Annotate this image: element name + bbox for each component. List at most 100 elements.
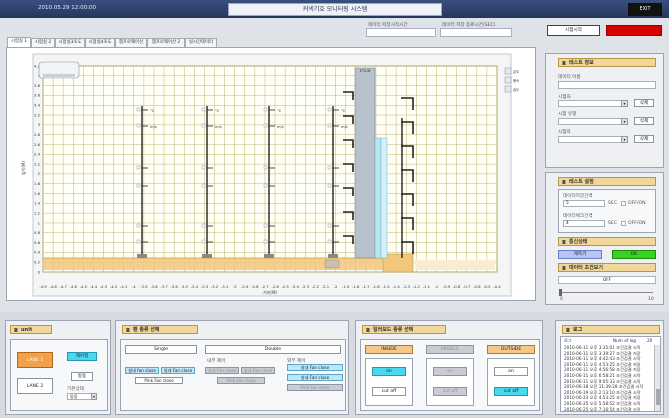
left-fan-close-2[interactable]: 실내 Fan close [161,367,195,374]
data-view-slider-track[interactable] [561,292,653,293]
check-interval-input[interactable]: 4 [563,220,605,227]
sensor-value-box [263,183,268,188]
x-tick-label: -3.8 [150,284,158,289]
sensor-value-box [136,239,141,244]
legend-checkbox [504,85,512,93]
x-tick-label: -2.2 [312,284,320,289]
middle-on-button[interactable]: on [433,367,467,376]
mid-fan-close-1[interactable]: 실내 Fan close [205,367,239,374]
legend-checkbox [504,67,512,75]
x-tick-label: -1.4 [392,284,400,289]
outside-cutoff-button[interactable]: cut off [494,387,528,396]
test-type-delete-button[interactable]: 삭제 [634,117,654,125]
stop-test-button[interactable] [606,25,662,36]
right-fan-close-1[interactable]: 실내 Fan close [287,364,343,371]
inside-head[interactable]: INSIDE [365,345,413,354]
x-tick-label: -3.5 [181,284,189,289]
x-tick-label: -2.5 [281,284,289,289]
sensor-pole-base [328,254,338,258]
save-interval-checkbox[interactable] [621,201,626,206]
tab-room-2[interactable]: 시험실 2 [31,38,55,47]
double-mode-button[interactable]: Double [205,345,341,354]
x-tick-label: -4.7 [59,284,67,289]
log-scrollbar[interactable] [654,345,660,411]
x-tick-label: -0.7 [463,284,471,289]
x-tick-label: -2.3 [302,284,310,289]
x-tick-label: -3.7 [160,284,168,289]
chevron-down-icon[interactable]: ▾ [91,393,97,400]
fan-select-title: 팬 종류 선택 [122,325,198,334]
x-tick-label: -1.7 [362,284,370,289]
data-save-start-field[interactable] [366,28,436,37]
start-test-button[interactable]: 시험시작 [547,25,600,36]
equipment-base [382,253,414,273]
y-tick-label: 2.8 [34,132,41,137]
test-room-select[interactable] [558,136,628,143]
unit-options-group: LANE 1 LANE 2 제어정 동동 기본상태 동동 ▾ [10,339,108,411]
x-tick-label: -3.1 [221,284,229,289]
data-save-end-field[interactable] [440,28,512,37]
inside-cutoff-button[interactable]: cut off [372,387,406,396]
inside-group: on cut off [365,358,413,406]
instrument-button[interactable]: 계측기 [558,250,602,259]
chevron-down-icon[interactable]: ▾ [621,118,628,125]
sync-button[interactable]: 동동 [71,372,93,381]
data-name-input[interactable] [558,81,656,89]
tab-champ-2[interactable]: 챔프로웨어산 2 [147,38,185,47]
tab-room-1[interactable]: 시험실 1 [7,37,31,47]
left-pink-fan-close[interactable]: Pink Fan close [135,377,183,384]
tester-delete-button[interactable]: 삭제 [634,99,654,107]
x-tick-label: -3.4 [191,284,199,289]
sensor-unit-temp: °C [277,109,282,113]
test-room-delete-button[interactable]: 삭제 [634,135,654,143]
save-interval-label: 데이터저장간격 [563,194,593,199]
test-type-select[interactable] [558,118,628,125]
x-tick-label: -4.4 [90,284,98,289]
right-fan-close-2[interactable]: 실내 Fan close [287,374,343,381]
control-button[interactable]: 제어정 [67,352,97,361]
tester-select[interactable] [558,100,628,107]
single-mode-button[interactable]: Single [125,345,197,354]
x-tick-label: -2.4 [292,284,300,289]
save-interval-input[interactable]: 5 [563,200,605,207]
lane-2-button[interactable]: LANE 2 [17,378,53,394]
log-list-box[interactable]: 로그 Num of log 20 2010-06-11 오후 3:35:01 조… [560,336,661,412]
check-interval-option: OFF/ON [628,221,646,226]
chevron-down-icon[interactable]: ▾ [621,100,628,107]
x-tick-label: -3 [233,284,237,289]
sensor-unit-wind: m/s [150,125,157,129]
middle-head[interactable]: MIDDLE [426,345,474,354]
sensor-value-box [327,183,332,188]
exit-button[interactable]: EXIT [628,3,662,16]
plot-frame [42,65,498,273]
x-tick-label: -1.3 [402,284,410,289]
monitoring-chart: -4.9 -4.8 -4.7 -4.6 -4.5 -4.4 -4.3 -4.2 -4.1 -4 -3… [20,53,519,297]
log-entry: 2010-06-18 오전 11:39:28 조건검결 시작 [564,384,644,390]
tab-champ-1[interactable]: 챔프로웨어산 [115,38,147,47]
mid-fan-close-2[interactable]: 실내 Fan close [241,367,275,374]
tab-room-4[interactable]: 시험실4조도 [85,38,115,47]
tab-realtime[interactable]: 실시간데이터 [185,38,217,47]
log-entry: 2010-06-11 오후 6:58:21 조건검결 시작 [564,372,641,378]
y-axis-label: 높이(M) [20,161,26,175]
y-tick-label: 1.8 [34,181,41,186]
x-tick-label: -2.9 [241,284,249,289]
right-pink-fan-close[interactable]: Pink Fan close [287,384,343,391]
middle-cutoff-button[interactable]: cut off [433,387,467,396]
left-fan-close-1[interactable]: 실내 fan close [125,367,159,374]
check-interval-checkbox[interactable] [621,221,626,226]
inside-on-button[interactable]: on [372,367,406,376]
right-floor [415,260,495,270]
title-bar: 2010.05.29 12:00:00 커넥기호 모니터링 시스템 EXIT [0,0,669,18]
log-scrollbar-thumb[interactable] [656,389,660,405]
sensor-value-box [201,223,206,228]
outside-on-button[interactable]: on [494,367,528,376]
lane-1-button[interactable]: LANE 1 [17,352,53,368]
x-tick-label: -3.9 [140,284,148,289]
chevron-down-icon[interactable]: ▾ [621,136,628,143]
tab-room-3[interactable]: 시험실3조도 [55,38,85,47]
data-view-field[interactable]: OFF [558,276,656,284]
outside-head[interactable]: OUTSIDE [487,345,535,354]
data-view-slider-handle[interactable] [559,289,562,296]
mid-pink-fan-close[interactable]: Pink Fan close [217,377,265,384]
